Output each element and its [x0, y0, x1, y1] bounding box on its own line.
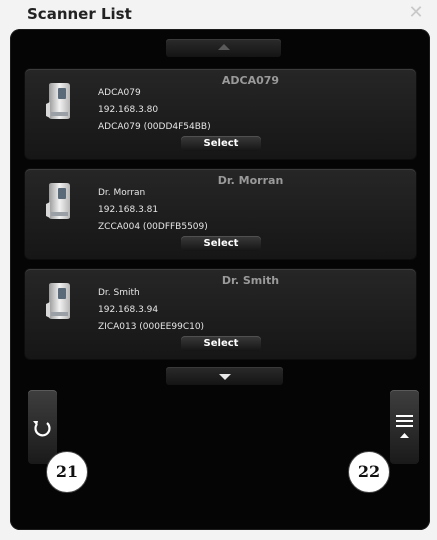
scanner-name: ADCA079	[98, 88, 141, 98]
refresh-icon	[33, 421, 51, 437]
select-button[interactable]: Select	[181, 236, 261, 251]
triangle-up-icon	[217, 44, 230, 50]
scanner-device-icon	[46, 83, 70, 119]
scroll-up-button[interactable]	[166, 39, 281, 57]
scanner-device-icon	[46, 283, 70, 319]
scroll-down-button[interactable]	[166, 367, 283, 385]
menu-button[interactable]	[390, 390, 419, 464]
scanner-ip: 192.168.3.94	[98, 305, 159, 315]
scanner-list-window: Scanner List ✕ ADCA079 ADCA079 192.168.3…	[0, 0, 437, 540]
scanner-device-id: ZICA013 (000EE99C10)	[98, 322, 205, 332]
scanner-card-header: Dr. Morran	[217, 174, 284, 187]
select-button[interactable]: Select	[181, 136, 261, 151]
window-title: Scanner List	[27, 5, 132, 23]
scanner-card-header: Dr. Smith	[221, 274, 280, 287]
refresh-button[interactable]	[28, 390, 57, 464]
menu-icon	[396, 415, 413, 438]
scanner-device-icon	[46, 183, 70, 219]
callout-label: 22	[348, 451, 390, 493]
scanner-card-header: ADCA079	[221, 74, 280, 87]
scanner-card: ADCA079 ADCA079 192.168.3.80 ADCA079 (00…	[25, 69, 416, 159]
scanner-ip: 192.168.3.80	[98, 105, 159, 115]
scanner-card: Dr. Morran Dr. Morran 192.168.3.81 ZCCA0…	[25, 169, 416, 259]
scanner-device-id: ADCA079 (00DD4F54BB)	[98, 122, 211, 132]
callout-label: 21	[46, 451, 88, 493]
close-icon[interactable]: ✕	[407, 4, 425, 22]
select-button[interactable]: Select	[181, 336, 261, 351]
scanner-card: Dr. Smith Dr. Smith 192.168.3.94 ZICA013…	[25, 269, 416, 359]
triangle-down-icon	[218, 374, 231, 380]
titlebar: Scanner List ✕	[0, 0, 437, 28]
scanner-ip: 192.168.3.81	[98, 205, 159, 215]
scanner-device-id: ZCCA004 (00DFFB5509)	[98, 222, 208, 232]
scanner-name: Dr. Morran	[98, 188, 146, 198]
scanner-name: Dr. Smith	[98, 288, 140, 298]
